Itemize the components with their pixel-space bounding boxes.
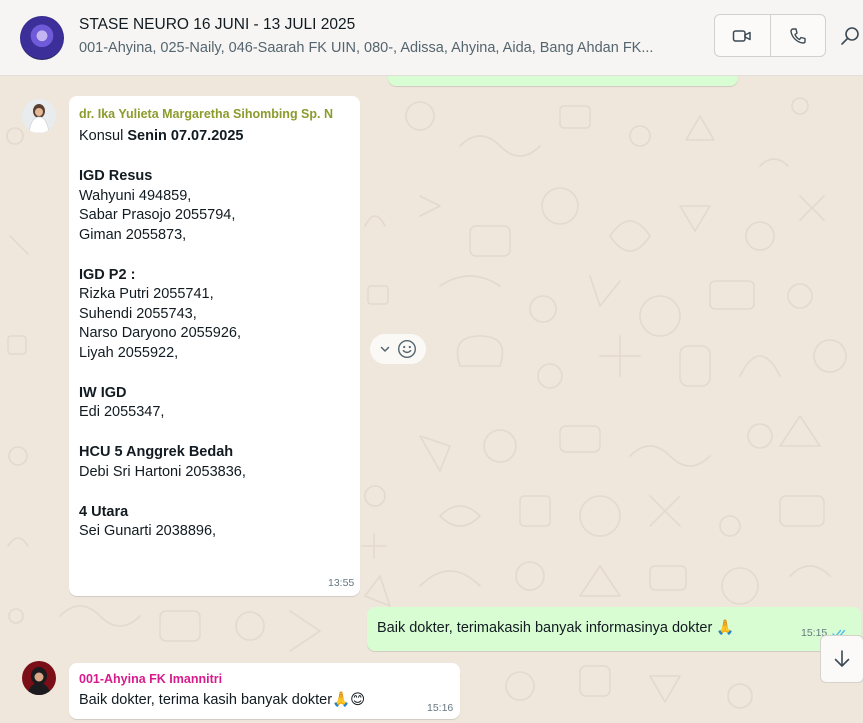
sender-avatar-doctor[interactable] <box>22 99 56 133</box>
emoji-reaction-icon[interactable] <box>397 339 417 359</box>
sender-name[interactable]: 001-Ahyina FK Imannitri <box>79 672 222 686</box>
message-text: Baik dokter, terima kasih banyak dokter🙏… <box>79 692 366 708</box>
patient-line: Rizka Putri 2055741, <box>79 286 214 302</box>
patient-line: Suhendi 2055743, <box>79 305 197 322</box>
patient-line: Sei Gunarti 2038896, <box>79 523 217 539</box>
avatar-photo <box>22 99 56 133</box>
patient-line: Wahyuni 494859, <box>79 187 192 204</box>
previous-message-bubble[interactable] <box>388 76 738 86</box>
konsul-prefix: Konsul <box>79 128 128 144</box>
sender-avatar-ahyina[interactable] <box>22 661 56 695</box>
message-actions-pill[interactable] <box>370 334 426 364</box>
section-title: IGD P2 : <box>79 266 136 283</box>
chat-header: STASE NEURO 16 JUNI - 13 JULI 2025 001-A… <box>0 0 863 76</box>
konsul-day: Senin 07.07.2025 <box>127 128 244 144</box>
arrow-down-icon <box>834 650 850 667</box>
message-text: Baik dokter, terimakasih banyak informas… <box>377 620 735 636</box>
section-title: 4 Utara <box>79 503 129 520</box>
participants-list[interactable]: 001-Ahyina, 025-Naily, 046-Saarah FK UIN… <box>79 40 704 56</box>
chevron-down-icon[interactable] <box>379 343 391 355</box>
message-bubble-doctor[interactable]: dr. Ika Yulieta Margaretha Sihombing Sp.… <box>69 96 360 596</box>
section-title: IW IGD <box>79 384 127 401</box>
video-call-icon <box>733 29 751 42</box>
search-icon <box>841 27 859 45</box>
call-buttons <box>714 14 826 57</box>
patient-line: Edi 2055347, <box>79 404 165 420</box>
voice-call-button[interactable] <box>769 15 826 56</box>
patient-line: Debi Sri Hartoni 2053836, <box>79 463 246 480</box>
section-title: IGD Resus <box>79 168 153 184</box>
voice-call-icon <box>790 27 806 44</box>
message-bubble-ahyina[interactable]: 001-Ahyina FK Imannitri Baik dokter, ter… <box>69 663 460 719</box>
section-title: HCU 5 Anggrek Bedah <box>79 444 234 460</box>
group-avatar[interactable] <box>20 16 64 60</box>
message-time: 15:16 <box>427 702 454 714</box>
search-button[interactable] <box>838 24 862 48</box>
patient-line: Narso Daryono 2055926, <box>79 325 242 341</box>
message-time: 13:55 <box>328 577 355 589</box>
patient-line: Liyah 2055922, <box>79 344 179 361</box>
message-body: Konsul Senin 07.07.2025 IGD Resus Wahyun… <box>79 127 246 542</box>
chat-area[interactable]: dr. Ika Yulieta Margaretha Sihombing Sp.… <box>0 76 863 723</box>
konsul-line: Konsul Senin 07.07.2025 <box>79 127 246 147</box>
scroll-to-bottom-button[interactable] <box>820 635 863 683</box>
patient-line: Giman 2055873, <box>79 226 187 243</box>
sender-name[interactable]: dr. Ika Yulieta Margaretha Sihombing Sp.… <box>79 107 333 121</box>
video-call-button[interactable] <box>715 15 770 56</box>
patient-line: Sabar Prasojo 2055794, <box>79 207 236 223</box>
avatar-photo <box>22 661 56 695</box>
message-bubble-outgoing[interactable]: Baik dokter, terimakasih banyak informas… <box>367 607 861 651</box>
chat-title[interactable]: STASE NEURO 16 JUNI - 13 JULI 2025 <box>79 16 355 34</box>
